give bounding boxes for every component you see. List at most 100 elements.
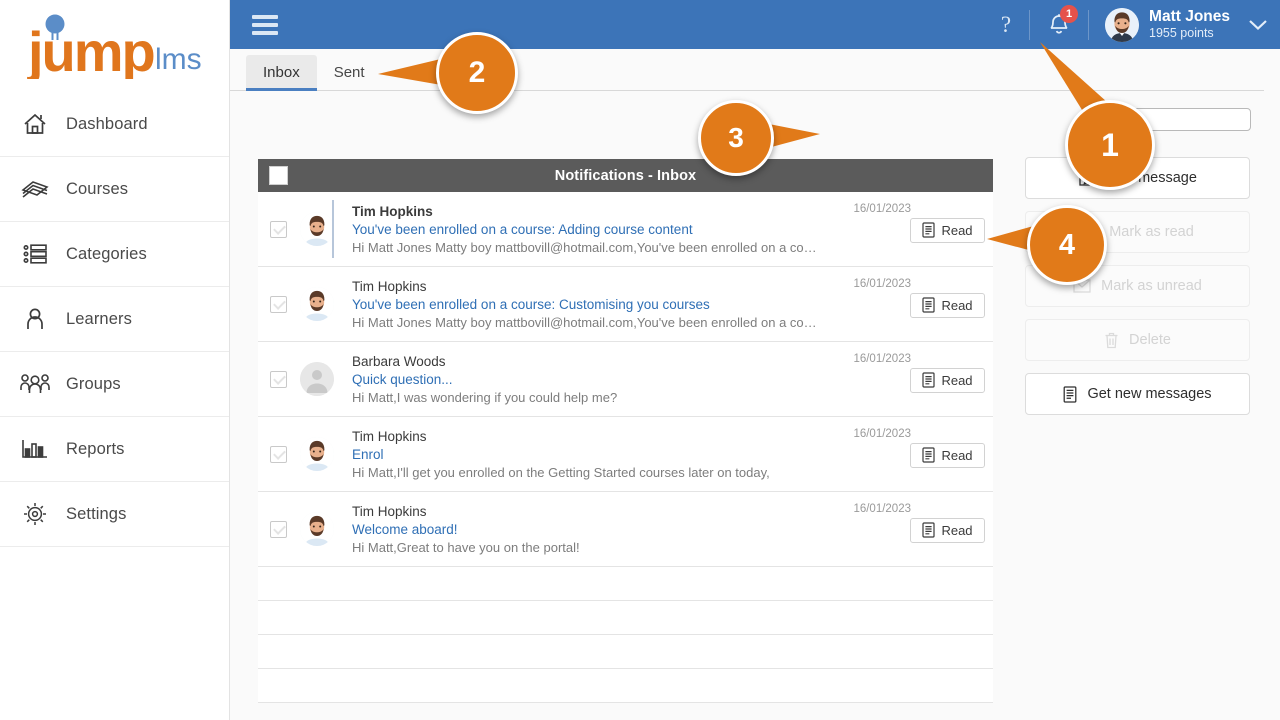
row-checkbox[interactable] — [270, 445, 287, 463]
message-sender: Tim Hopkins — [352, 503, 427, 519]
books-icon — [18, 172, 52, 206]
sidebar-item-reports[interactable]: Reports — [0, 417, 229, 482]
hamburger-icon[interactable] — [252, 14, 278, 35]
gear-icon — [18, 497, 52, 531]
message-subject[interactable]: Welcome aboard! — [352, 522, 823, 537]
brand-logo[interactable]: jump lms — [0, 0, 229, 92]
table-row[interactable]: Barbara Woods Quick question... Hi Matt,… — [258, 342, 993, 417]
notifications-bell-button[interactable]: 1 — [1030, 0, 1088, 49]
row-right: 16/01/2023 Read — [833, 342, 993, 417]
question-mark-icon[interactable]: ? — [983, 0, 1029, 49]
sidebar-item-categories[interactable]: Categories — [0, 222, 229, 287]
sidebar-item-groups[interactable]: Groups — [0, 352, 229, 417]
message-sender: Tim Hopkins — [352, 278, 427, 294]
read-button[interactable]: Read — [910, 217, 985, 243]
open-envelope-icon — [1081, 224, 1099, 240]
avatar — [1105, 7, 1140, 42]
avatar — [300, 362, 334, 396]
sidebar-item-settings[interactable]: Settings — [0, 482, 229, 547]
message-preview: Hi Matt Jones Matty boy mattbovill@hotma… — [352, 314, 823, 330]
mark-as-unread-button[interactable]: Mark as unread — [1025, 265, 1250, 307]
table-row[interactable]: Tim Hopkins You've been enrolled on a co… — [258, 267, 993, 342]
document-icon — [922, 297, 936, 313]
read-button-label: Read — [941, 297, 973, 313]
row-body: Tim Hopkins You've been enrolled on a co… — [334, 279, 833, 330]
table-row[interactable]: Tim Hopkins You've been enrolled on a co… — [258, 192, 993, 267]
search-box[interactable] — [1081, 108, 1260, 131]
message-subject[interactable]: Quick question... — [352, 372, 823, 387]
select-all-checkbox[interactable] — [269, 166, 288, 185]
closed-envelope-icon — [1073, 279, 1091, 293]
tab-sent[interactable]: Sent — [317, 55, 382, 90]
row-body: Tim Hopkins Enrol Hi Matt,I'll get you e… — [334, 429, 833, 480]
mark-as-read-button[interactable]: Mark as read — [1025, 211, 1250, 253]
avatar — [300, 212, 334, 246]
sidebar-item-label: Dashboard — [66, 114, 148, 133]
sidebar-item-learners[interactable]: Learners — [0, 287, 229, 352]
document-icon — [1064, 385, 1077, 403]
svg-text:lms: lms — [155, 43, 202, 76]
sidebar-item-dashboard[interactable]: Dashboard — [0, 92, 229, 157]
empty-row — [258, 669, 993, 703]
user-info: Matt Jones 1955 points — [1149, 8, 1230, 40]
message-date: 16/01/2023 — [853, 202, 911, 215]
user-menu[interactable]: Matt Jones 1955 points — [1089, 0, 1236, 49]
compose-icon — [1079, 172, 1095, 186]
delete-button[interactable]: Delete — [1025, 319, 1250, 361]
search-row — [230, 91, 1280, 131]
bar-chart-icon — [18, 432, 52, 466]
read-button-label: Read — [941, 447, 973, 463]
message-subject[interactable]: Enrol — [352, 447, 823, 462]
read-button[interactable]: Read — [910, 517, 985, 543]
empty-row — [258, 635, 993, 669]
list-icon — [18, 237, 52, 271]
main-content: Inbox Sent Notifications - Inbox Tim Hop… — [230, 49, 1280, 720]
message-subject[interactable]: You've been enrolled on a course: Adding… — [352, 222, 823, 237]
new-message-button[interactable]: New message — [1025, 157, 1250, 199]
message-sender: Tim Hopkins — [352, 428, 427, 444]
document-icon — [922, 222, 936, 238]
sidebar-item-label: Categories — [66, 244, 147, 263]
trash-icon — [1105, 332, 1118, 348]
avatar — [300, 512, 334, 546]
action-label: New message — [1105, 170, 1197, 186]
message-subject[interactable]: You've been enrolled on a course: Custom… — [352, 297, 823, 312]
get-new-messages-button[interactable]: Get new messages — [1025, 373, 1250, 415]
users-icon — [18, 367, 52, 401]
chevron-down-icon[interactable] — [1236, 0, 1280, 49]
notification-count-badge: 1 — [1060, 5, 1079, 23]
message-sender: Barbara Woods — [352, 353, 446, 369]
read-button[interactable]: Read — [910, 367, 985, 393]
table-row[interactable]: Tim Hopkins Enrol Hi Matt,I'll get you e… — [258, 417, 993, 492]
empty-row — [258, 567, 993, 601]
sidebar-item-label: Reports — [66, 439, 125, 458]
document-icon — [922, 522, 936, 538]
message-date: 16/01/2023 — [853, 502, 911, 515]
row-body: Barbara Woods Quick question... Hi Matt,… — [334, 354, 833, 405]
empty-row — [258, 601, 993, 635]
search-input[interactable] — [1101, 110, 1260, 129]
top-bar: ? 1 Matt Jones 1955 points — [230, 0, 1280, 49]
row-right: 16/01/2023 Read — [833, 492, 993, 567]
sidebar-item-courses[interactable]: Courses — [0, 157, 229, 222]
home-icon — [18, 107, 52, 141]
row-body: Tim Hopkins You've been enrolled on a co… — [334, 204, 833, 255]
message-date: 16/01/2023 — [853, 277, 911, 290]
avatar — [300, 287, 334, 321]
tab-inbox[interactable]: Inbox — [246, 55, 317, 91]
row-checkbox[interactable] — [270, 220, 287, 238]
avatar — [300, 437, 334, 471]
read-button[interactable]: Read — [910, 292, 985, 318]
row-checkbox[interactable] — [270, 370, 287, 388]
row-right: 16/01/2023 Read — [833, 417, 993, 492]
row-checkbox[interactable] — [270, 520, 287, 538]
table-row[interactable]: Tim Hopkins Welcome aboard! Hi Matt,Grea… — [258, 492, 993, 567]
action-panel: New message Mark as read Mark as unread — [1025, 157, 1250, 427]
message-preview: Hi Matt,I was wondering if you could hel… — [352, 389, 618, 405]
sidebar-item-label: Learners — [66, 309, 132, 328]
sidebar: jump lms Dashboard Courses Categories Le… — [0, 0, 230, 720]
action-label: Mark as read — [1109, 224, 1194, 240]
read-button[interactable]: Read — [910, 442, 985, 468]
message-sender: Tim Hopkins — [352, 203, 433, 219]
row-checkbox[interactable] — [270, 295, 287, 313]
